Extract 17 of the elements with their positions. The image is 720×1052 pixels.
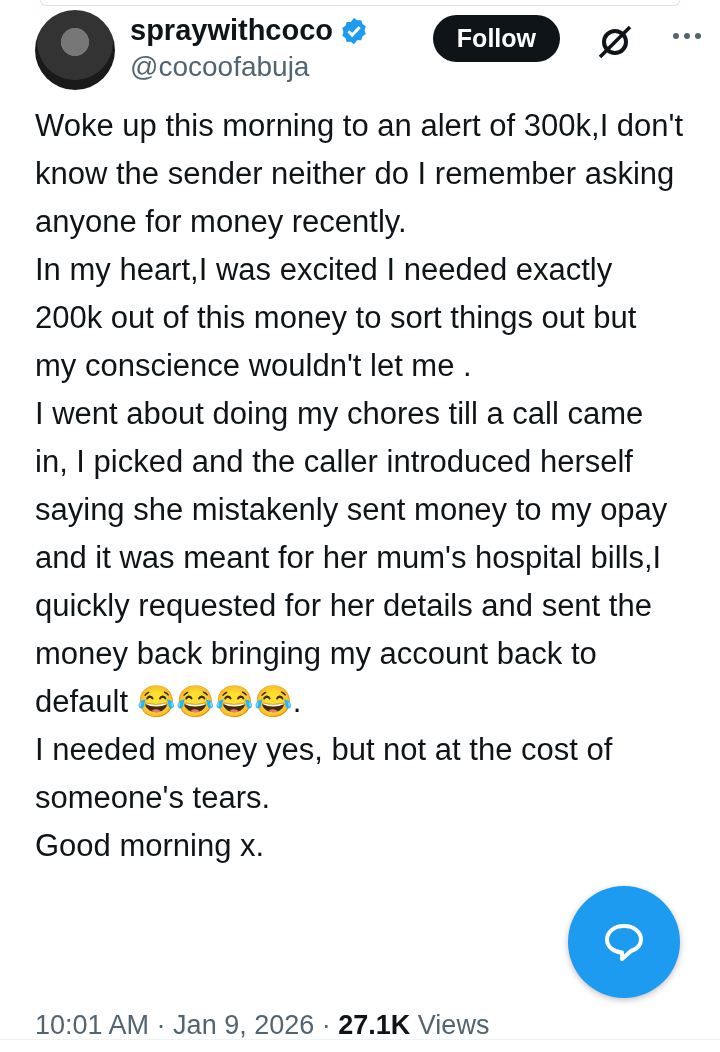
post-date: Jan 9, 2026 <box>173 1010 315 1040</box>
follow-button[interactable]: Follow <box>432 15 560 62</box>
post-paragraph: I needed money yes, but not at the cost of someone's tears. <box>35 731 614 817</box>
post-paragraph: Woke up this morning to an alert of 300k,I don't know the sender neither do I remember asking anyone for money recently. <box>35 107 684 241</box>
view-count: 27.1K <box>338 1010 411 1040</box>
post-paragraph: In my heart,I was excited I needed exactly 200k out of this money to sort things out but my conscience wouldn't let me . <box>35 251 638 385</box>
more-icon[interactable] <box>672 32 702 40</box>
user-handle[interactable]: @cocoofabuja <box>130 51 418 83</box>
post-paragraph: Good morning x. <box>35 827 266 865</box>
views-label: Views <box>417 1010 490 1040</box>
reply-button[interactable] <box>568 886 680 998</box>
post-paragraph: I went about doing my chores till a call came in, I picked and the caller introduced herself saying she mistakenly sent money to my opay and it was meant for her mum's hospital bills,I quickly requested for her details and sent the money back bringing my account back to default 😂😂😂😂. <box>35 395 669 721</box>
slashed-circle-icon[interactable] <box>597 24 633 60</box>
separator-dot: · <box>156 1010 166 1040</box>
display-name[interactable]: spraywithcoco <box>130 14 334 47</box>
post-time: 10:01 AM <box>35 1010 150 1040</box>
separator-dot: · <box>321 1010 331 1040</box>
